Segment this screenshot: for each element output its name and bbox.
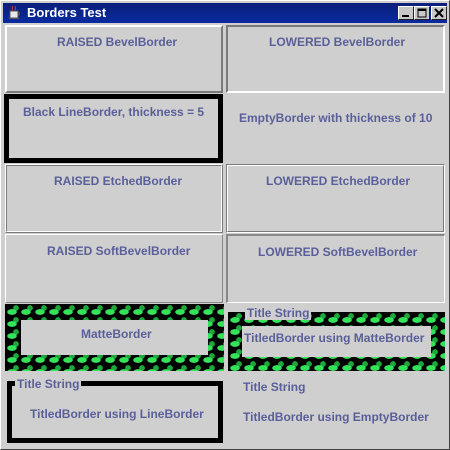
maximize-icon [417, 8, 427, 18]
raised-etched-panel: RAISED EtchedBorder [5, 164, 223, 233]
java-cup-icon [9, 5, 20, 19]
content-pane: RAISED BevelBorder LOWERED BevelBorder B… [3, 23, 447, 447]
raised-etched-label: RAISED EtchedBorder [54, 174, 183, 188]
titled-empty-panel: Title String TitledBorder using EmptyBor… [226, 372, 445, 445]
lowered-soft-bevel-label: LOWERED SoftBevelBorder [258, 245, 418, 259]
line-border-label: Black LineBorder, thickness = 5 [23, 105, 205, 119]
titled-empty-title: Title String [241, 380, 308, 394]
lowered-etched-panel: LOWERED EtchedBorder [226, 164, 445, 233]
raised-soft-bevel-panel: RAISED SoftBevelBorder [5, 234, 223, 303]
line-border-panel: Black LineBorder, thickness = 5 [4, 94, 223, 163]
matte-border-panel: MatteBorder [5, 304, 224, 371]
lowered-etched-label: LOWERED EtchedBorder [266, 174, 411, 188]
titled-empty-label: TitledBorder using EmptyBorder [243, 410, 429, 424]
title-bar[interactable]: Borders Test [3, 3, 447, 23]
lowered-soft-bevel-panel: LOWERED SoftBevelBorder [226, 234, 445, 303]
lowered-bevel-panel: LOWERED BevelBorder [226, 25, 445, 93]
titled-line-label: TitledBorder using LineBorder [30, 407, 204, 421]
empty-border-panel: EmptyBorder with thickness of 10 [226, 94, 445, 163]
empty-border-label: EmptyBorder with thickness of 10 [239, 111, 433, 125]
borders-test-window: Borders Test RAISED BevelBorder LOWERED … [0, 0, 450, 450]
titled-matte-panel: TitledBorder using MatteBorder Title Str… [226, 304, 445, 371]
raised-bevel-label: RAISED BevelBorder [57, 35, 178, 49]
titled-matte-inner: TitledBorder using MatteBorder [242, 326, 431, 357]
titled-matte-frame: TitledBorder using MatteBorder [228, 312, 445, 371]
titled-line-panel: Title String TitledBorder using LineBord… [5, 372, 224, 445]
matte-border-inner: MatteBorder [21, 320, 208, 355]
maximize-button[interactable] [414, 6, 430, 20]
minimize-button[interactable] [398, 6, 414, 20]
raised-bevel-panel: RAISED BevelBorder [5, 25, 223, 93]
minimize-icon [402, 15, 409, 17]
close-icon [434, 8, 444, 18]
lowered-bevel-label: LOWERED BevelBorder [269, 35, 406, 49]
window-title: Borders Test [27, 5, 107, 20]
raised-soft-bevel-label: RAISED SoftBevelBorder [47, 244, 191, 258]
titled-matte-label: TitledBorder using MatteBorder [244, 331, 425, 345]
titled-line-title: Title String [15, 377, 82, 391]
close-button[interactable] [431, 6, 447, 20]
titled-matte-title: Title String [245, 306, 312, 320]
matte-border-label: MatteBorder [81, 327, 152, 341]
